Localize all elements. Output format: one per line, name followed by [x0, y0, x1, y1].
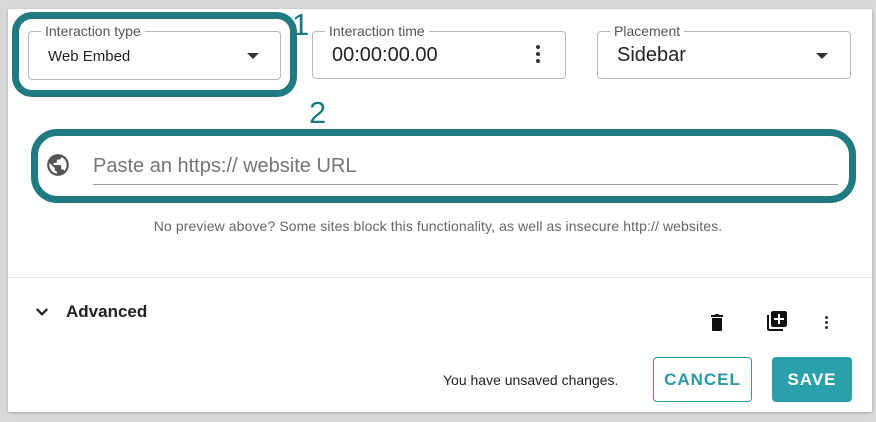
- cancel-button[interactable]: CANCEL: [653, 357, 752, 402]
- highlight-box-1: [12, 12, 297, 97]
- more-vert-icon[interactable]: [825, 316, 828, 331]
- preview-hint-text: No preview above? Some sites block this …: [153, 218, 723, 234]
- interaction-time-value: 00:00:00.00: [332, 44, 438, 66]
- unsaved-changes-text: You have unsaved changes.: [443, 372, 619, 388]
- url-input-underline: [93, 184, 838, 185]
- interaction-time-field[interactable]: Interaction time 00:00:00.00: [312, 23, 566, 79]
- placement-label: Placement: [610, 23, 685, 39]
- marker-2: 2: [309, 95, 327, 130]
- globe-icon: [45, 152, 71, 178]
- marker-1: 1: [292, 7, 310, 42]
- more-vert-icon[interactable]: [536, 45, 540, 66]
- placement-select[interactable]: Placement Sidebar: [597, 23, 851, 79]
- chevron-down-icon[interactable]: [33, 303, 51, 321]
- url-input[interactable]: [93, 150, 838, 182]
- advanced-toggle[interactable]: Advanced: [66, 302, 147, 322]
- interaction-time-label: Interaction time: [325, 23, 429, 39]
- chevron-down-icon: [816, 53, 828, 59]
- save-button[interactable]: SAVE: [772, 357, 852, 402]
- duplicate-icon[interactable]: [765, 309, 789, 333]
- placement-value: Sidebar: [617, 44, 686, 66]
- section-divider: [8, 277, 872, 278]
- delete-icon[interactable]: [705, 310, 729, 334]
